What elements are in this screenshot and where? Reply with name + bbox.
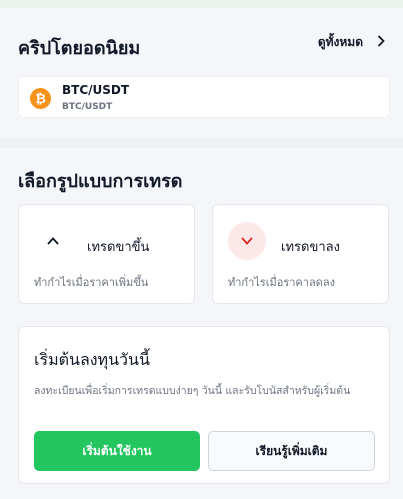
- start-card: เริ่มต้นลงทุนวันนี้ ลงทะเบียนเพื่อเริ่มก…: [18, 326, 390, 484]
- coin-item-btc[interactable]: ₿ BTC/USDT BTC/USDT: [18, 76, 390, 118]
- trade-down-label: เทรดขาลง: [281, 240, 340, 255]
- coin-pair: BTC/USDT: [62, 83, 130, 97]
- trade-type-title: เลือกรูปแบบการเทรด: [18, 171, 183, 192]
- bitcoin-icon: ₿: [30, 88, 51, 109]
- start-desc: ลงทะเบียนเพื่อเริ่มการเทรดแบบง่ายๆ วันนี…: [34, 385, 351, 397]
- start-title: เริ่มต้นลงทุนวันนี้: [34, 350, 150, 369]
- trade-down-desc: ทำกำไรเมื่อราคาลดลง: [228, 276, 335, 289]
- chevron-right-icon: [377, 35, 385, 50]
- trade-up-desc: ทำกำไรเมื่อราคาเพิ่มขึ้น: [34, 276, 149, 289]
- coin-sub: BTC/USDT: [62, 102, 113, 112]
- see-all-label: ดูทั้งหมด: [317, 35, 363, 49]
- popular-title: คริปโตยอดนิยม: [18, 38, 141, 59]
- get-started-button[interactable]: เริ่มต้นใช้งาน: [34, 431, 200, 471]
- learn-more-button[interactable]: เรียนรู้เพิ่มเติม: [208, 431, 375, 471]
- trade-down-card[interactable]: เทรดขาลง ทำกำไรเมื่อราคาลดลง: [212, 204, 389, 304]
- trade-up-card[interactable]: เทรดขาขึ้น ทำกำไรเมื่อราคาเพิ่มขึ้น: [18, 204, 195, 304]
- chevron-down-icon: [228, 222, 266, 260]
- top-strip: [0, 0, 403, 8]
- chevron-up-icon: [34, 222, 72, 260]
- section-divider: [0, 138, 403, 148]
- see-all-link[interactable]: ดูทั้งหมด: [318, 33, 385, 52]
- trade-up-label: เทรดขาขึ้น: [87, 240, 150, 255]
